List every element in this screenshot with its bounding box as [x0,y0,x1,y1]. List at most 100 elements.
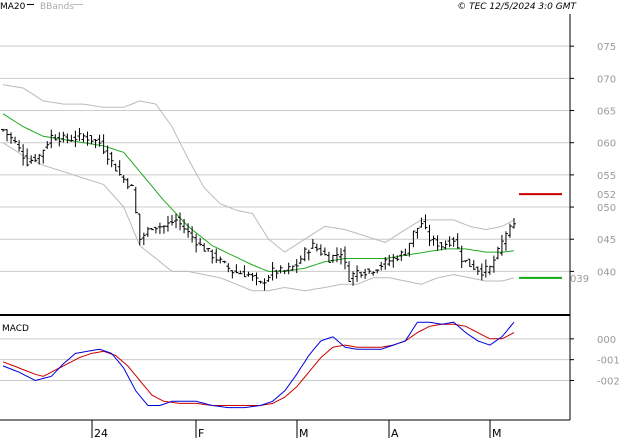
price-bar [153,226,158,234]
legend-bb-label: BBands [40,2,74,12]
price-y-tick-label: 055 [597,171,616,182]
x-month-label: M [299,427,309,440]
copyright-text: © TEC 12/5/2024 3:0 GMT [457,2,577,12]
price-bar [5,129,10,142]
price-bar [133,186,138,214]
price-bar [174,213,179,229]
price-bar [495,246,500,260]
price-bar [338,248,343,265]
legend-ma-label: MA20 [0,2,26,12]
price-bar [330,254,335,263]
price-bar [258,280,263,284]
macd-y-tick-label: -002 [597,377,620,388]
price-bar [318,244,323,256]
price-bar [355,265,360,282]
price-bar [302,247,307,262]
legend-bb-swatch [73,4,83,5]
price-y-tick-label: 045 [597,235,616,246]
price-grid [0,45,570,272]
price-bar [250,272,255,281]
price-bar [53,134,58,141]
price-bar [121,175,126,183]
price-bar [125,178,130,190]
price-bar [491,255,496,273]
price-bar [471,259,476,271]
price-bar [1,128,5,132]
price-bar [359,271,364,278]
price-bar [145,226,150,237]
price-bar [435,235,440,251]
price-y-tick-label: 065 [597,107,616,118]
macd-signal-line [2,323,515,406]
price-bar [503,231,508,251]
price-bar [101,134,106,155]
x-axis-months: 24 F M A M [91,420,502,440]
price-bar [483,259,488,278]
price-bar [246,271,251,277]
price-bar [117,160,122,176]
price-bar [9,132,14,144]
price-bar [41,149,46,164]
x-month-label: M [492,427,502,440]
macd-panel: MACD 000 -001 -002 [0,321,620,409]
price-bar [479,263,484,281]
price-bar [222,260,227,264]
price-bar [487,265,492,275]
price-bar [499,234,504,256]
price-bar [109,151,114,168]
price-bar [512,217,516,229]
bollinger-lower-band [2,142,515,292]
price-bar [194,234,199,253]
macd-grid [0,338,570,381]
bollinger-upper-band [2,84,515,253]
price-bar [475,266,480,275]
price-bar [467,258,472,268]
price-y-tick-label: 050 [597,203,616,214]
price-bar [165,215,170,232]
price-bar [49,129,54,149]
price-bar [81,133,86,143]
price-bar [77,127,82,141]
price-bar [157,222,162,234]
price-bar [310,239,315,249]
price-panel: 075 070 065 060 055 050 045 040 052 039 [0,42,616,292]
price-bar [419,217,424,228]
price-bar [234,264,239,274]
x-month-label: A [391,427,399,440]
macd-y-tick-label: -001 [597,356,620,367]
macd-title: MACD [2,324,29,334]
price-bar [17,140,22,152]
price-bars [1,127,516,291]
price-bar [61,131,66,143]
price-bar [427,224,432,247]
macd-y-axis: 000 -001 -002 [570,335,620,388]
price-bar [266,274,271,282]
x-month-label: F [198,427,204,440]
price-bar [443,240,448,250]
price-bar [379,261,384,271]
price-bar [322,247,327,256]
price-bar [415,227,420,239]
price-bar [507,223,512,238]
price-bar [363,268,368,279]
support-label: 039 [570,274,589,285]
price-bar [306,249,311,261]
price-bar [137,213,142,246]
price-bar [278,265,283,274]
price-bar [391,254,396,268]
price-bar [113,163,118,172]
price-bar [161,225,166,234]
price-bar [178,212,183,231]
price-bar [25,148,30,167]
price-bar [451,237,456,247]
price-y-tick-label: 075 [597,42,616,53]
price-bar [314,243,319,252]
price-bar [73,130,78,148]
price-bar [423,214,428,230]
price-bar [298,255,303,264]
price-bar [218,256,223,264]
legend-ma-swatch [27,4,34,5]
price-bar [455,233,460,249]
macd-y-tick-label: 000 [597,335,616,346]
price-bar [129,184,134,186]
